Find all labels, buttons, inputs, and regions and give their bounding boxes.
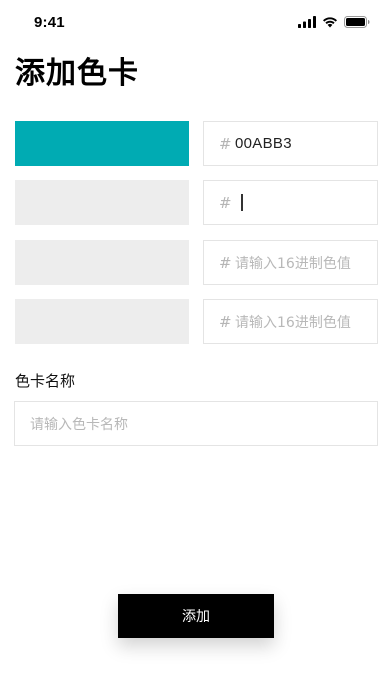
color-row-3: # 请输入16进制色值	[15, 240, 378, 285]
status-bar: 9:41	[0, 0, 392, 44]
card-name-placeholder: 请输入色卡名称	[30, 416, 128, 433]
color-row-2: #	[15, 180, 378, 225]
hex-input-1[interactable]: # 00ABB3	[203, 121, 378, 166]
color-swatch-1[interactable]	[15, 121, 189, 166]
hash-symbol: #	[219, 253, 232, 272]
text-caret	[241, 194, 243, 211]
color-swatch-3[interactable]	[15, 240, 189, 285]
hex-input-3[interactable]: # 请输入16进制色值	[203, 240, 378, 285]
status-icons	[298, 16, 370, 28]
hex-placeholder-4: 请输入16进制色值	[235, 314, 351, 331]
add-button[interactable]: 添加	[118, 594, 274, 638]
hex-placeholder-3: 请输入16进制色值	[235, 255, 351, 272]
color-row-4: # 请输入16进制色值	[15, 299, 378, 344]
wifi-icon	[322, 16, 338, 28]
hex-input-4[interactable]: # 请输入16进制色值	[203, 299, 378, 344]
hash-symbol: #	[219, 134, 232, 153]
hex-input-2[interactable]: #	[203, 180, 378, 225]
hex-value-1: 00ABB3	[235, 135, 292, 152]
color-row-1: # 00ABB3	[15, 121, 378, 166]
hash-symbol: #	[219, 193, 232, 212]
battery-icon	[344, 16, 370, 28]
hash-symbol: #	[219, 312, 232, 331]
screen: 9:41 添加色卡 # 00ABB3 # # 请输入16进制色值 # 请输入16…	[0, 0, 392, 696]
status-time: 9:41	[34, 14, 65, 31]
color-swatch-4[interactable]	[15, 299, 189, 344]
card-name-label: 色卡名称	[15, 372, 76, 390]
page-title: 添加色卡	[15, 56, 139, 91]
signal-icon	[298, 16, 316, 28]
card-name-input[interactable]: 请输入色卡名称	[14, 401, 378, 446]
color-swatch-2[interactable]	[15, 180, 189, 225]
